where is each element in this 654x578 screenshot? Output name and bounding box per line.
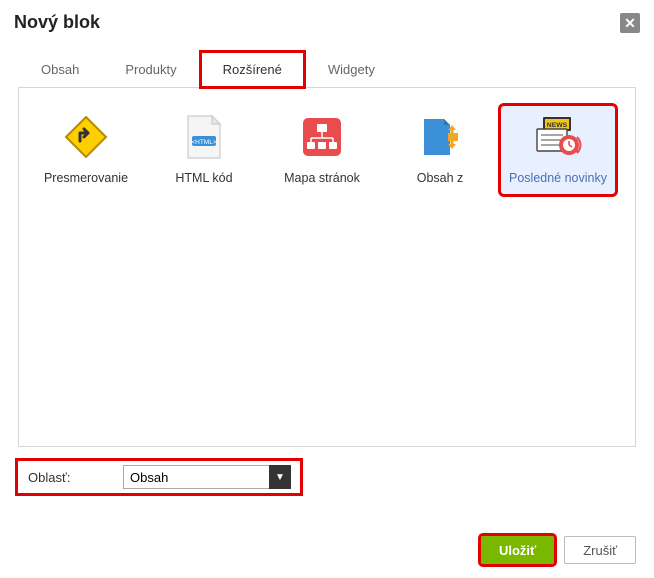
button-label: Zrušiť (583, 543, 617, 558)
block-posledne-novinky[interactable]: NEWS Posledné novinky (501, 106, 615, 194)
html-file-icon: <HTML> (149, 112, 259, 162)
tab-label: Rozšírené (223, 62, 282, 77)
block-label: Posledné novinky (503, 170, 613, 186)
tab-produkty[interactable]: Produkty (102, 51, 199, 88)
oblast-select-wrap: Obsah ▼ (123, 465, 291, 489)
news-icon: NEWS (503, 112, 613, 162)
redirect-icon (31, 112, 141, 162)
block-label: Mapa stránok (267, 170, 377, 186)
oblast-select[interactable]: Obsah (123, 465, 291, 489)
block-html-kod[interactable]: <HTML> HTML kód (147, 106, 261, 194)
dialog-actions: Uložiť Zrušiť (481, 536, 636, 564)
cancel-button[interactable]: Zrušiť (564, 536, 636, 564)
save-button[interactable]: Uložiť (481, 536, 554, 564)
tab-rozsirene[interactable]: Rozšírené (200, 51, 305, 88)
tab-obsah[interactable]: Obsah (18, 51, 102, 88)
close-icon: ✕ (624, 16, 636, 30)
tab-widgety[interactable]: Widgety (305, 51, 398, 88)
block-mapa-stranok[interactable]: Mapa stránok (265, 106, 379, 194)
footer-area: Oblasť: Obsah ▼ (0, 447, 654, 493)
svg-text:<HTML>: <HTML> (191, 139, 216, 146)
content-from-icon (385, 112, 495, 162)
block-label: Obsah z (385, 170, 495, 186)
block-obsah-z[interactable]: Obsah z (383, 106, 497, 194)
close-button[interactable]: ✕ (620, 13, 640, 33)
tab-label: Produkty (125, 62, 176, 77)
tabs-bar: Obsah Produkty Rozšírené Widgety (0, 51, 654, 88)
button-label: Uložiť (499, 543, 536, 558)
dialog-header: Nový blok ✕ (0, 0, 654, 41)
oblast-label: Oblasť: (28, 470, 123, 485)
block-presmerovanie[interactable]: Presmerovanie (29, 106, 143, 194)
tab-label: Widgety (328, 62, 375, 77)
svg-text:NEWS: NEWS (547, 122, 568, 129)
dialog-title: Nový blok (14, 12, 100, 33)
sitemap-icon (267, 112, 377, 162)
oblast-row: Oblasť: Obsah ▼ (18, 461, 300, 493)
block-label: HTML kód (149, 170, 259, 186)
tab-label: Obsah (41, 62, 79, 77)
block-label: Presmerovanie (31, 170, 141, 186)
content-panel: Presmerovanie <HTML> HTML kód (18, 87, 636, 447)
